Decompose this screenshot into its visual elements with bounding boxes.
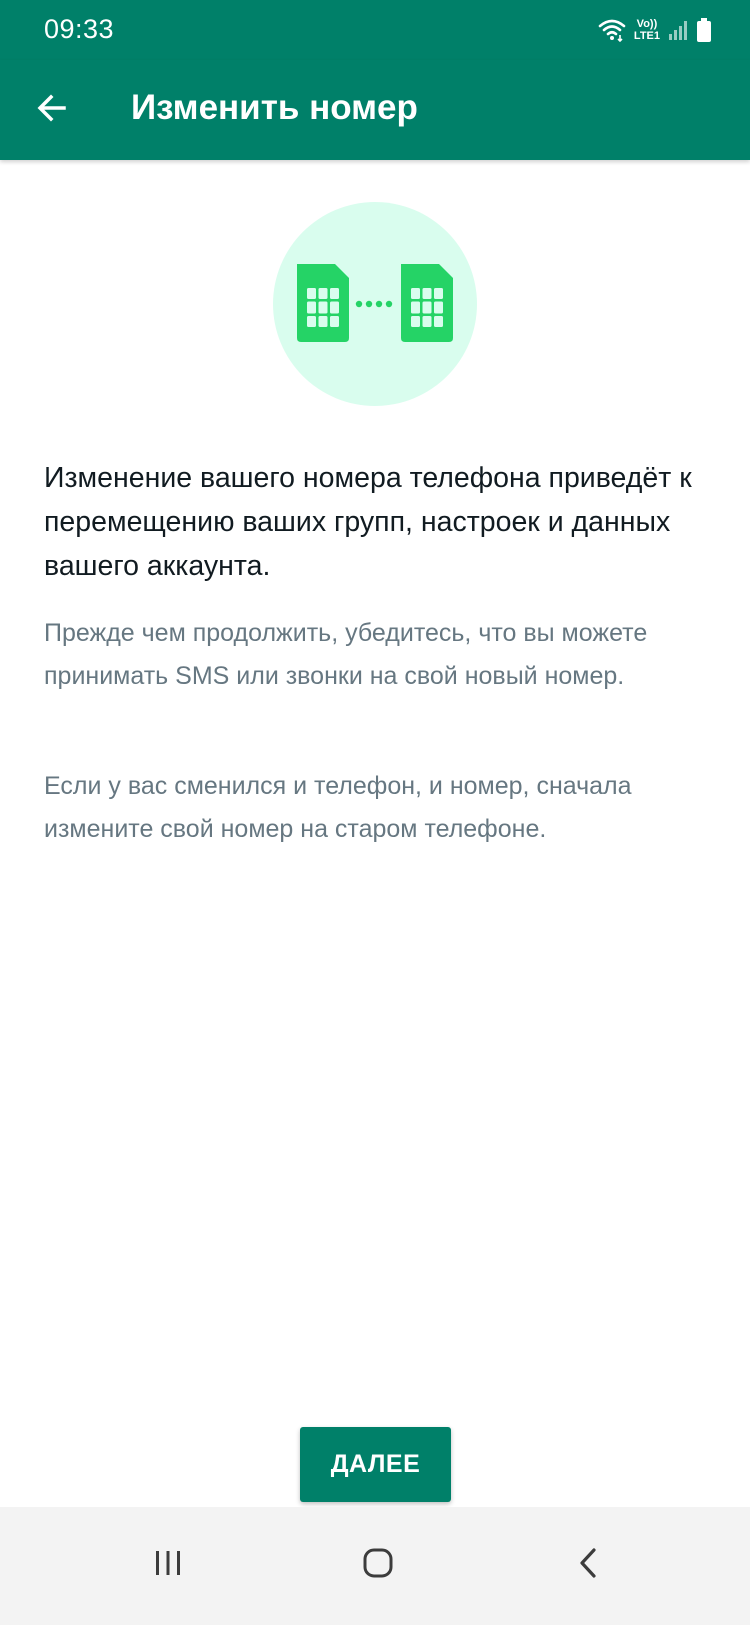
- network-indicator: Vo)) LTE1: [634, 18, 660, 42]
- battery-icon: [696, 17, 712, 43]
- headline-text: Изменение вашего номера телефона приведё…: [44, 462, 692, 582]
- arrow-left-icon: [36, 92, 68, 129]
- back-button[interactable]: [24, 82, 80, 138]
- description-old-phone: Если у вас сменился и телефон, и номер, …: [44, 772, 632, 843]
- dots-icon: [355, 300, 393, 308]
- sim-card-icon: [297, 264, 349, 342]
- description-sms: Прежде чем продолжить, убедитесь, что вы…: [44, 619, 648, 690]
- status-bar: 09:33 Vo)) LTE1: [0, 0, 750, 60]
- home-icon: [361, 1546, 395, 1585]
- next-button[interactable]: ДАЛЕЕ: [300, 1427, 451, 1502]
- system-back-button[interactable]: [548, 1535, 628, 1595]
- recent-apps-button[interactable]: [128, 1535, 208, 1595]
- home-button[interactable]: [338, 1535, 418, 1595]
- recent-apps-icon: [151, 1548, 185, 1583]
- wifi-icon: [598, 18, 626, 42]
- lte-label: LTE1: [633, 30, 660, 42]
- app-bar: Изменить номер: [0, 60, 750, 160]
- change-number-illustration: [273, 202, 477, 406]
- system-nav-bar: [0, 1507, 750, 1625]
- back-icon: [573, 1546, 603, 1585]
- page-title: Изменить номер: [131, 88, 418, 127]
- status-icons: Vo)) LTE1: [598, 14, 712, 46]
- volte-label: Vo)): [636, 18, 658, 30]
- signal-icon: [668, 19, 688, 41]
- status-time: 09:33: [44, 14, 115, 44]
- sim-card-icon: [401, 264, 453, 342]
